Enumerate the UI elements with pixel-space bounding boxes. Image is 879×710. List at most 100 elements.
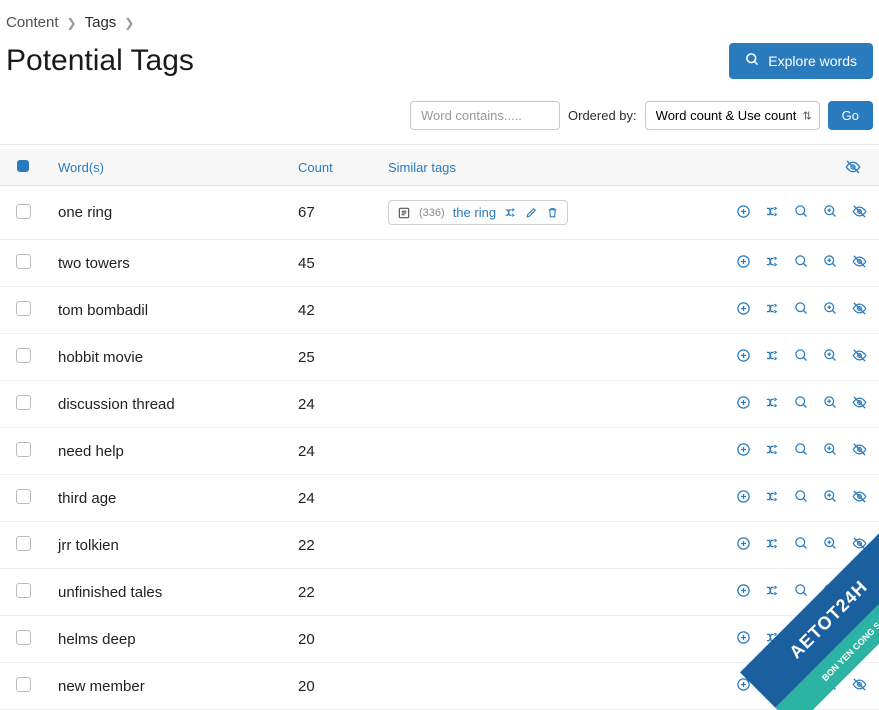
breadcrumb-tags[interactable]: Tags	[85, 14, 117, 31]
row-similar	[376, 240, 679, 287]
search-action[interactable]	[794, 301, 809, 316]
hide-action[interactable]	[852, 204, 867, 219]
add-action[interactable]	[736, 536, 751, 551]
add-action[interactable]	[736, 395, 751, 410]
column-header-similar[interactable]: Similar tags	[376, 149, 679, 186]
shuffle-action[interactable]	[765, 583, 780, 598]
trash-icon[interactable]	[546, 206, 559, 219]
document-icon[interactable]	[397, 206, 411, 220]
hide-action[interactable]	[852, 630, 867, 645]
row-checkbox[interactable]	[16, 395, 31, 410]
row-checkbox[interactable]	[16, 301, 31, 316]
shuffle-icon[interactable]	[504, 206, 517, 219]
row-checkbox[interactable]	[16, 583, 31, 598]
search-action[interactable]	[794, 489, 809, 504]
shuffle-action[interactable]	[765, 301, 780, 316]
hide-action[interactable]	[852, 583, 867, 598]
row-checkbox[interactable]	[16, 536, 31, 551]
shuffle-action[interactable]	[765, 536, 780, 551]
row-count: 25	[286, 334, 376, 381]
column-header-words[interactable]: Word(s)	[46, 149, 286, 186]
add-action[interactable]	[736, 489, 751, 504]
row-checkbox[interactable]	[16, 204, 31, 219]
shuffle-action[interactable]	[765, 254, 780, 269]
search-action[interactable]	[794, 254, 809, 269]
row-checkbox[interactable]	[16, 348, 31, 363]
zoom-action[interactable]	[823, 489, 838, 504]
row-count: 20	[286, 616, 376, 663]
hide-action[interactable]	[852, 395, 867, 410]
row-actions	[679, 569, 879, 616]
add-action[interactable]	[736, 348, 751, 363]
zoom-action[interactable]	[823, 442, 838, 457]
row-similar	[376, 381, 679, 428]
select-all-checkbox[interactable]	[17, 160, 29, 172]
similar-tag-label[interactable]: the ring	[453, 205, 496, 220]
row-checkbox[interactable]	[16, 442, 31, 457]
search-action[interactable]	[794, 630, 809, 645]
table-row: tom bombadil42	[0, 287, 879, 334]
table-row: helms deep20	[0, 616, 879, 663]
row-word: need help	[46, 428, 286, 475]
search-action[interactable]	[794, 583, 809, 598]
hide-action[interactable]	[852, 301, 867, 316]
explore-words-button[interactable]: Explore words	[729, 43, 873, 79]
edit-icon[interactable]	[525, 206, 538, 219]
row-checkbox[interactable]	[16, 677, 31, 692]
row-checkbox[interactable]	[16, 254, 31, 269]
word-contains-input[interactable]	[410, 101, 560, 130]
hide-action[interactable]	[852, 348, 867, 363]
add-action[interactable]	[736, 583, 751, 598]
row-actions	[679, 381, 879, 428]
row-actions	[679, 287, 879, 334]
row-similar	[376, 475, 679, 522]
zoom-action[interactable]	[823, 254, 838, 269]
shuffle-action[interactable]	[765, 395, 780, 410]
hide-action[interactable]	[852, 677, 867, 692]
go-button[interactable]: Go	[828, 101, 873, 130]
search-action[interactable]	[794, 395, 809, 410]
zoom-action[interactable]	[823, 348, 838, 363]
ordered-by-select[interactable]: Word count & Use count	[645, 101, 820, 130]
hide-action[interactable]	[852, 536, 867, 551]
shuffle-action[interactable]	[765, 489, 780, 504]
hide-action[interactable]	[852, 442, 867, 457]
row-actions	[679, 334, 879, 381]
zoom-action[interactable]	[823, 395, 838, 410]
search-action[interactable]	[794, 536, 809, 551]
potential-tags-table: Word(s) Count Similar tags one ring67(33…	[0, 149, 879, 710]
shuffle-action[interactable]	[765, 348, 780, 363]
zoom-action[interactable]	[823, 301, 838, 316]
row-actions	[679, 522, 879, 569]
row-checkbox[interactable]	[16, 489, 31, 504]
search-action[interactable]	[794, 204, 809, 219]
zoom-action[interactable]	[823, 630, 838, 645]
row-word: one ring	[46, 186, 286, 240]
search-action[interactable]	[794, 442, 809, 457]
column-header-count[interactable]: Count	[286, 149, 376, 186]
add-action[interactable]	[736, 204, 751, 219]
row-word: two towers	[46, 240, 286, 287]
shuffle-action[interactable]	[765, 677, 780, 692]
search-action[interactable]	[794, 677, 809, 692]
table-row: third age24	[0, 475, 879, 522]
hide-action[interactable]	[852, 489, 867, 504]
zoom-action[interactable]	[823, 677, 838, 692]
shuffle-action[interactable]	[765, 442, 780, 457]
zoom-action[interactable]	[823, 536, 838, 551]
hide-action[interactable]	[852, 254, 867, 269]
shuffle-action[interactable]	[765, 630, 780, 645]
breadcrumb-content[interactable]: Content	[6, 14, 59, 31]
shuffle-action[interactable]	[765, 204, 780, 219]
add-action[interactable]	[736, 677, 751, 692]
zoom-action[interactable]	[823, 583, 838, 598]
search-action[interactable]	[794, 348, 809, 363]
page-title: Potential Tags	[6, 44, 194, 78]
row-actions	[679, 475, 879, 522]
add-action[interactable]	[736, 254, 751, 269]
add-action[interactable]	[736, 630, 751, 645]
row-checkbox[interactable]	[16, 630, 31, 645]
zoom-action[interactable]	[823, 204, 838, 219]
add-action[interactable]	[736, 442, 751, 457]
add-action[interactable]	[736, 301, 751, 316]
